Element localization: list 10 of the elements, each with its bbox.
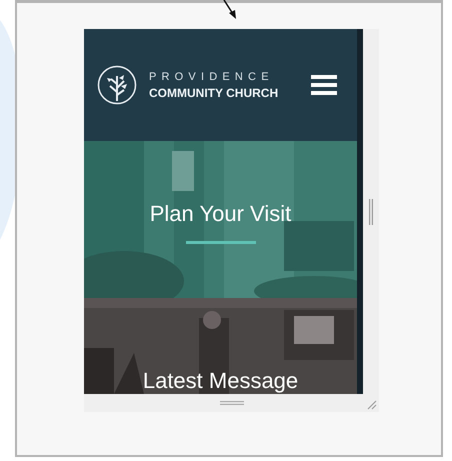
logo-title: PROVIDENCE <box>149 70 275 82</box>
message-banner[interactable]: Latest Message <box>84 298 357 394</box>
tree-logo-icon <box>97 64 137 106</box>
logo-subtitle: COMMUNITY CHURCH <box>149 86 280 100</box>
banner-title: Latest Message <box>142 368 298 394</box>
resize-handle[interactable] <box>220 401 244 405</box>
resize-corner-icon[interactable] <box>367 400 377 410</box>
arrow-icon <box>222 0 238 20</box>
menu-icon[interactable] <box>311 75 337 95</box>
resize-handle[interactable] <box>369 198 373 224</box>
